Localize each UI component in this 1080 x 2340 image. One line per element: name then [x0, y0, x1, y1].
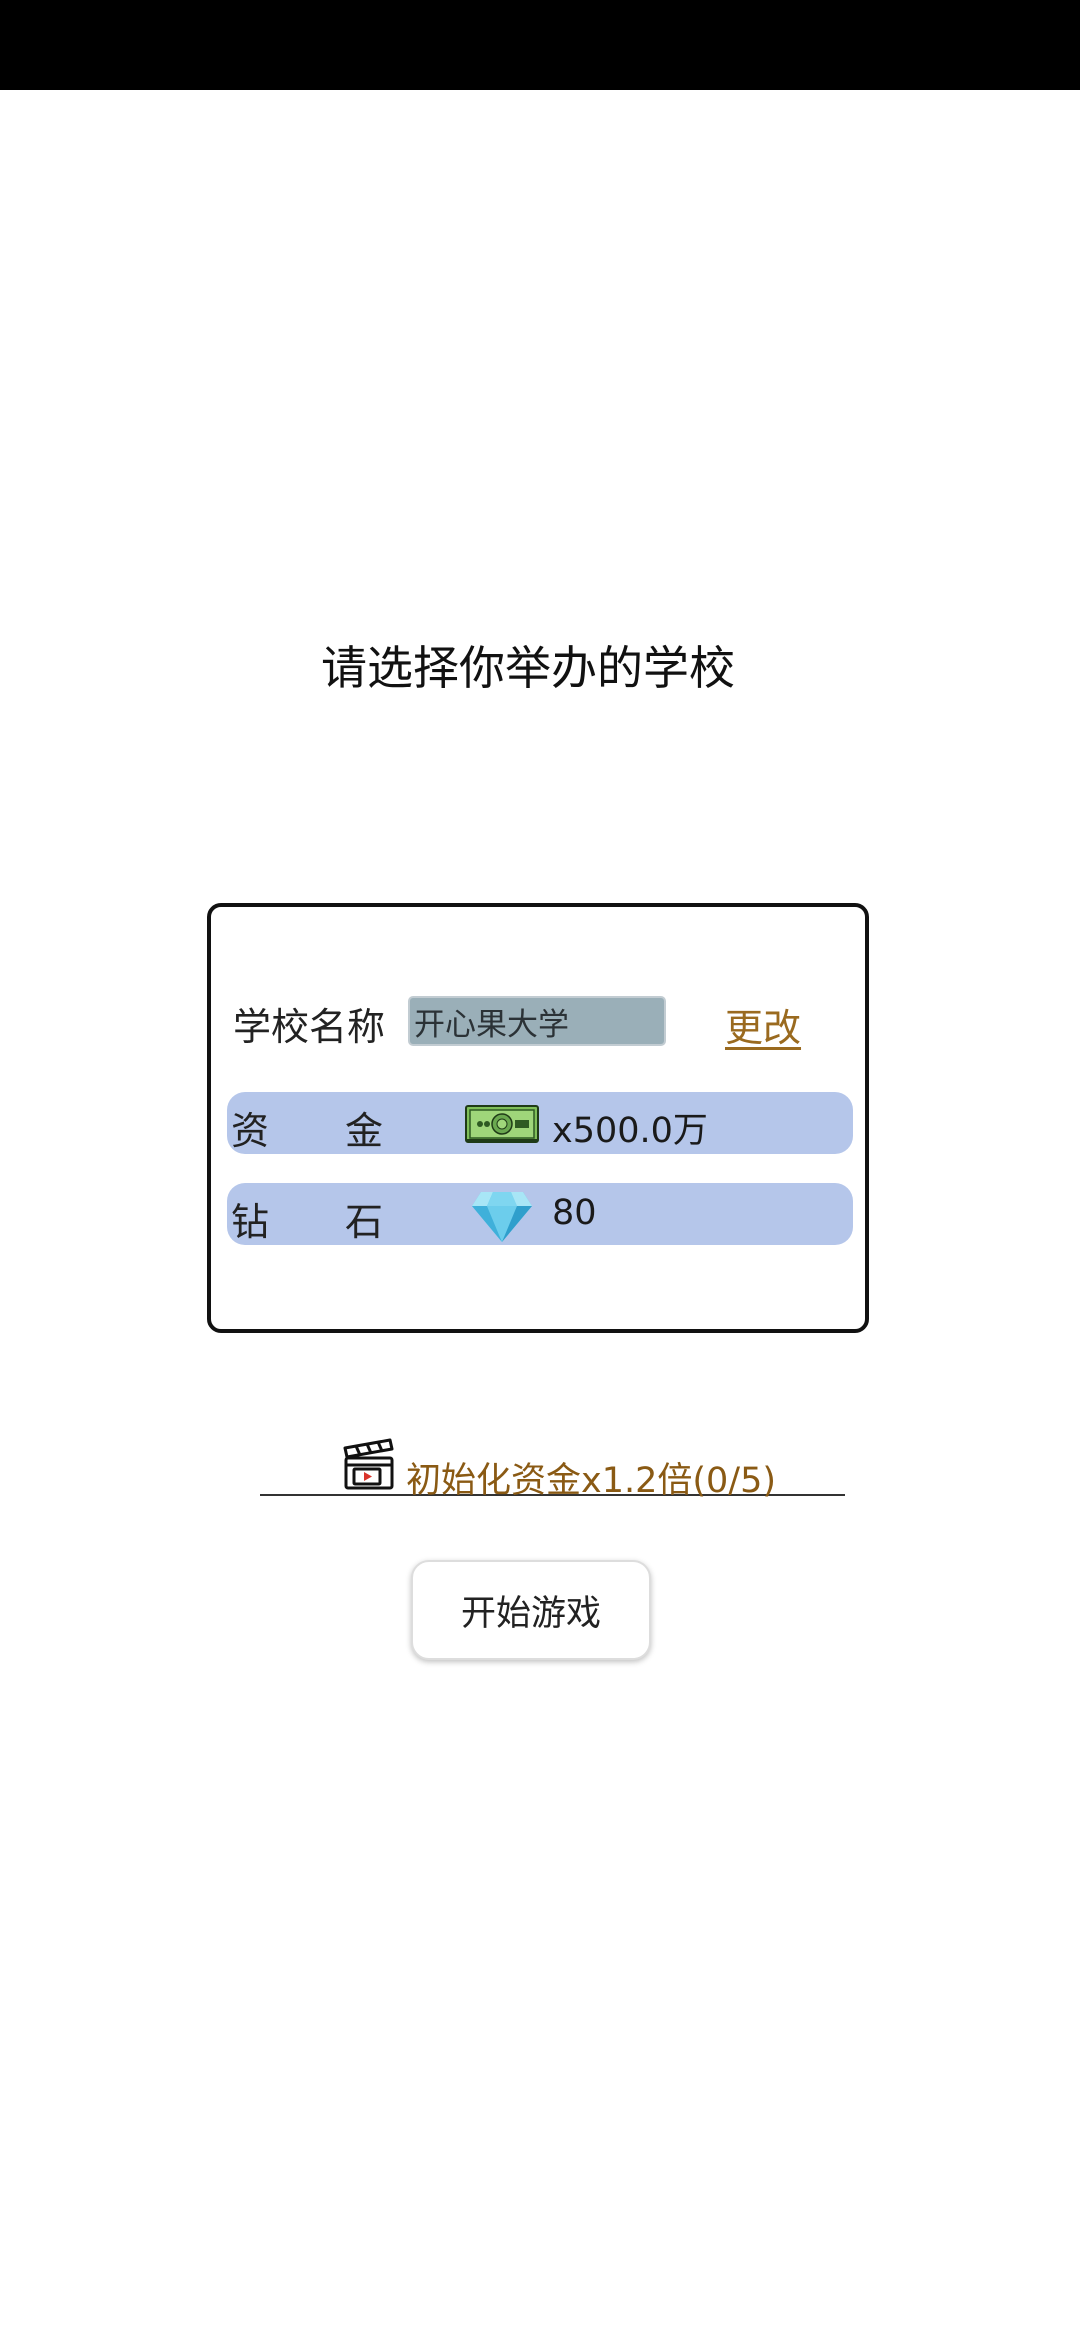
- diamonds-value: 80: [552, 1193, 597, 1233]
- funds-label-char-1: 资: [231, 1109, 270, 1153]
- diamonds-label-char-2: 石: [345, 1200, 384, 1244]
- money-bill-icon: [465, 1105, 539, 1143]
- page-title: 请选择你举办的学校: [321, 641, 735, 695]
- diamonds-row: 钻 石 80: [227, 1183, 853, 1245]
- change-name-link[interactable]: 更改: [725, 997, 801, 1052]
- clapperboard-video-icon: [343, 1438, 394, 1490]
- funds-label-char-2: 金: [345, 1109, 384, 1153]
- funds-value: x500.0万: [552, 1111, 708, 1151]
- status-bar: [0, 0, 1080, 90]
- school-name-input[interactable]: [408, 996, 666, 1046]
- diamond-icon: [472, 1192, 532, 1242]
- diamonds-label-char-1: 钻: [231, 1200, 270, 1244]
- funds-row: 资 金 x500.0万: [227, 1092, 853, 1154]
- start-game-button[interactable]: 开始游戏: [411, 1560, 651, 1660]
- ad-bonus-funds-button[interactable]: 初始化资金x1.2倍(0/5): [260, 1432, 845, 1501]
- ad-bonus-text: 初始化资金x1.2倍(0/5): [406, 1461, 777, 1501]
- school-name-label: 学校名称: [233, 1005, 386, 1049]
